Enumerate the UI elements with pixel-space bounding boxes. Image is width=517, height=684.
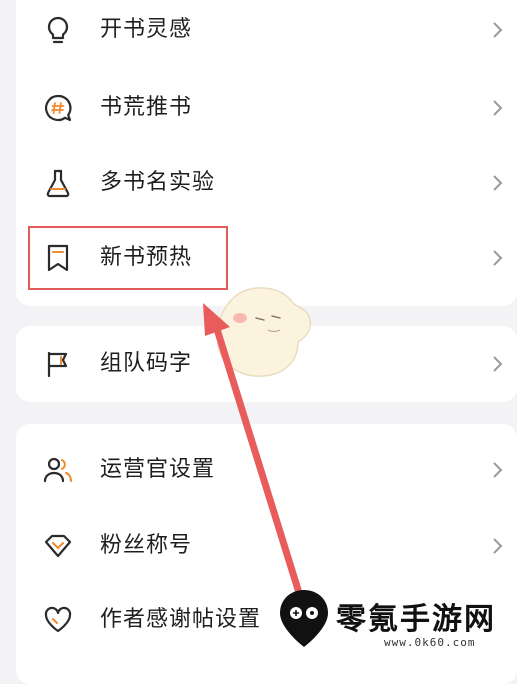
menu-item-label: 书荒推书 [100,95,193,120]
menu-item-team-writing[interactable]: 组队码字 [16,334,517,394]
menu-item-label: 作者感谢帖设置 [100,607,262,632]
menu-item-fan-titles[interactable]: 粉丝称号 [16,516,517,576]
chevron-right-icon [493,250,503,266]
menu-item-label: 粉丝称号 [100,533,193,558]
menu-item-title-experiment[interactable]: 多书名实验 [16,153,517,213]
menu-item-book-recommend[interactable]: 书荒推书 [16,78,517,138]
menu-item-label: 运营官设置 [100,457,216,482]
menu-item-label: 组队码字 [100,351,193,376]
heart-icon [44,606,72,633]
chevron-right-icon [493,22,503,38]
users-icon [43,457,72,483]
watermark-title: 零氪手游网 [336,602,496,637]
flask-icon [46,169,70,198]
menu-item-operator-settings[interactable]: 运营官设置 [16,440,517,500]
chevron-right-icon [493,100,503,116]
watermark-url: www.0k60.com [384,636,476,649]
gamepad-logo-icon [280,590,328,647]
chevron-right-icon [493,175,503,191]
hashtag-bubble-icon [45,94,72,122]
chevron-right-icon [493,462,503,478]
chevron-right-icon [493,356,503,372]
menu-card-team: 组队码字 [16,326,517,402]
site-watermark: 零氪手游网 www.0k60.com [276,586,517,655]
lightbulb-icon [47,16,69,44]
badge-icon [44,534,72,558]
menu-item-inspiration[interactable]: 开书灵感 [16,0,517,60]
flag-icon [47,351,68,378]
menu-item-label: 多书名实验 [100,170,216,195]
highlight-box [28,226,228,290]
menu-item-label: 开书灵感 [100,17,193,42]
chevron-right-icon [493,538,503,554]
